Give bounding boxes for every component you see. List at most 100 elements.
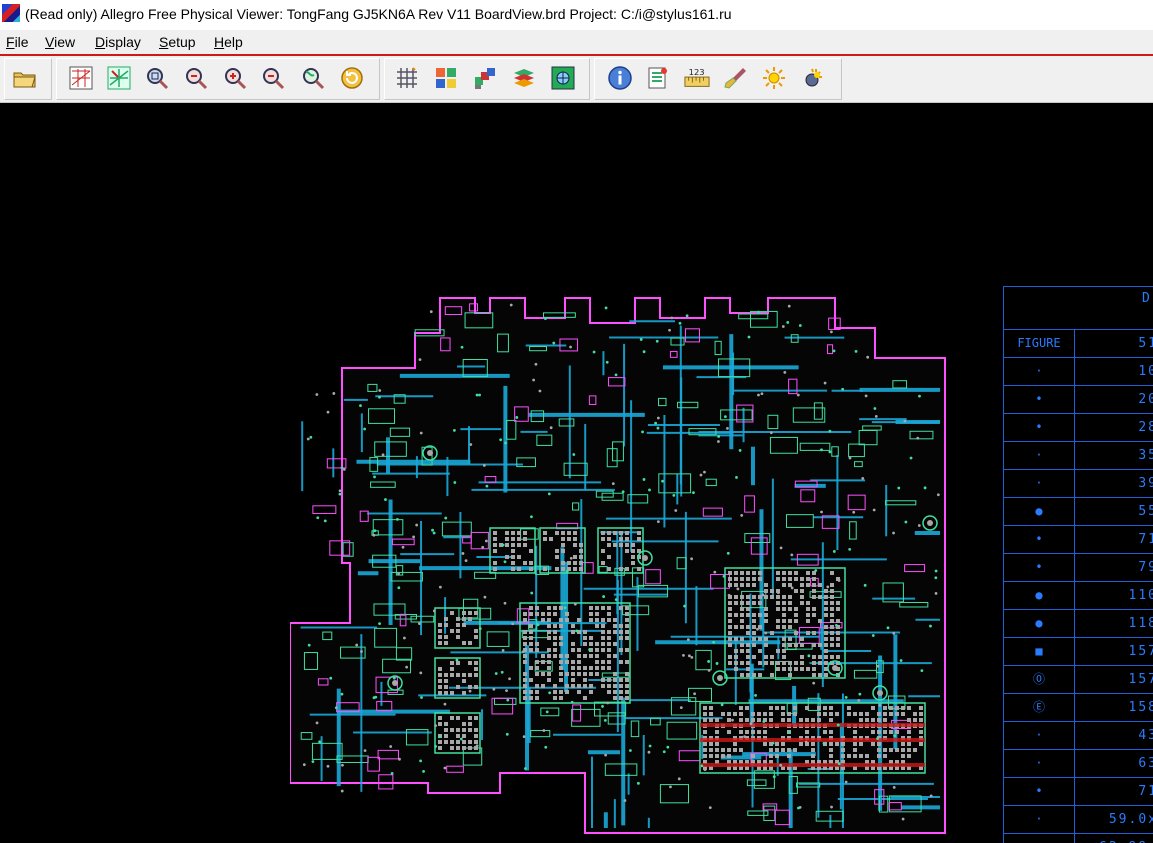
pad	[770, 631, 774, 635]
pad	[811, 754, 815, 758]
pad	[829, 742, 833, 746]
pad	[883, 706, 887, 710]
legend-drill-value: 79	[1138, 560, 1153, 575]
pad	[788, 601, 792, 605]
component-outline	[312, 505, 337, 514]
zoom-out-icon[interactable]	[260, 65, 286, 91]
via	[544, 317, 547, 320]
pad	[573, 567, 577, 571]
color-icon[interactable]	[433, 65, 459, 91]
menu-display[interactable]: Display	[95, 34, 141, 50]
pad	[613, 678, 617, 682]
via	[687, 654, 691, 658]
zoom-fit-icon[interactable]	[106, 65, 132, 91]
via	[873, 407, 877, 410]
pad	[715, 718, 719, 722]
cleanup-icon[interactable]	[723, 65, 749, 91]
pad	[788, 661, 792, 665]
menu-help[interactable]: Help	[214, 34, 243, 50]
pad	[456, 673, 460, 677]
zoom-in-icon[interactable]	[222, 65, 248, 91]
via	[505, 689, 508, 693]
pad	[547, 630, 551, 634]
pad	[752, 613, 756, 617]
stackup-icon[interactable]	[511, 65, 537, 91]
via	[340, 789, 344, 793]
3d-view-icon[interactable]	[550, 65, 576, 91]
via	[623, 799, 627, 802]
pad	[583, 696, 587, 700]
legend-row: • 28	[1003, 414, 1153, 442]
pad	[739, 706, 743, 710]
menu-setup[interactable]: Setup	[159, 34, 196, 50]
mounting-hole-core	[877, 690, 883, 696]
zoom-world-icon[interactable]	[300, 65, 326, 91]
info-icon[interactable]	[607, 65, 633, 91]
pad	[703, 712, 707, 716]
via	[499, 438, 503, 442]
zoom-selection-icon[interactable]	[144, 65, 170, 91]
via	[378, 622, 381, 625]
app-icon[interactable]	[2, 4, 20, 22]
pad	[607, 666, 611, 670]
pad	[895, 748, 899, 752]
pad	[444, 740, 448, 744]
toolbar-group-zoom	[56, 58, 380, 100]
layer-icon[interactable]	[472, 65, 498, 91]
pad	[589, 654, 593, 658]
pad	[829, 754, 833, 758]
pad	[877, 742, 881, 746]
via	[893, 734, 897, 738]
legend-row: · 43	[1003, 722, 1153, 750]
via	[329, 676, 333, 680]
pad	[565, 672, 569, 676]
redraw-icon[interactable]	[339, 65, 365, 91]
pad	[456, 623, 460, 627]
pad	[794, 571, 798, 575]
highlight-icon[interactable]	[761, 65, 787, 91]
pad	[601, 606, 605, 610]
pad	[438, 740, 442, 744]
pad	[571, 684, 575, 688]
pad	[444, 617, 448, 621]
via	[340, 466, 344, 470]
pad	[444, 635, 448, 639]
pad	[474, 685, 478, 689]
menu-file[interactable]: File	[6, 34, 29, 50]
pad	[847, 712, 851, 716]
pad	[625, 630, 629, 634]
pad	[919, 730, 923, 734]
pad	[752, 643, 756, 647]
pad	[740, 625, 744, 629]
pad	[745, 730, 749, 734]
via	[405, 665, 409, 669]
pad	[511, 531, 515, 535]
pad	[511, 543, 515, 547]
pad	[589, 684, 593, 688]
zoom-in-prev-icon[interactable]	[183, 65, 209, 91]
pad	[806, 667, 810, 671]
pad	[462, 641, 466, 645]
design-canvas[interactable]: D FIGURE 51 · 10 • 20 • 28 · 35 · 39 ● 55 • 71 • 79 ● 110…	[0, 103, 1153, 843]
pad	[734, 649, 738, 653]
pad	[770, 589, 774, 593]
pad	[806, 613, 810, 617]
via	[494, 672, 498, 675]
pad	[745, 718, 749, 722]
measure-icon[interactable]: 123	[684, 65, 712, 91]
via	[403, 636, 406, 640]
via	[604, 753, 608, 757]
via	[736, 587, 740, 591]
open-folder-icon[interactable]	[12, 65, 38, 91]
pad	[764, 619, 768, 623]
zoom-points-icon[interactable]	[68, 65, 94, 91]
dehighlight-icon[interactable]	[800, 65, 826, 91]
via	[920, 669, 924, 672]
pad	[830, 625, 834, 629]
pad	[817, 706, 821, 710]
via	[917, 524, 921, 527]
menu-view[interactable]: View	[45, 34, 75, 50]
mounting-hole-core	[642, 555, 648, 561]
grid-icon[interactable]	[394, 65, 420, 91]
report-icon[interactable]	[645, 65, 671, 91]
